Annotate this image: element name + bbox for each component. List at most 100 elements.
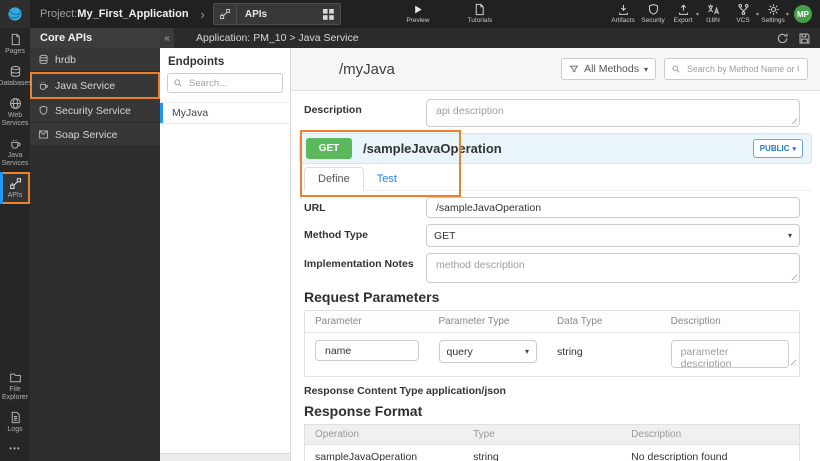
- i18n-button[interactable]: I18N: [698, 3, 728, 25]
- tab-test[interactable]: Test: [364, 168, 410, 190]
- response-format-title: Response Format: [304, 403, 423, 419]
- endpoints-search-input[interactable]: [187, 76, 277, 90]
- project-breadcrumb[interactable]: Project:My_First_Application: [40, 8, 189, 20]
- parameter-type-value: query: [446, 345, 473, 358]
- method-type-select[interactable]: GET ▾: [426, 224, 800, 247]
- response-content-type-row: Response Content Type application/json: [304, 385, 800, 397]
- sidebar-item-label: Logs: [7, 425, 23, 433]
- table-header-row: Parameter Parameter Type Data Type Descr…: [305, 311, 799, 333]
- endpoints-title: Endpoints: [168, 56, 225, 68]
- vcs-button[interactable]: ▾ VCS: [728, 3, 759, 25]
- coffee-icon: [38, 80, 49, 91]
- operation-cell: sampleJavaOperation: [315, 451, 418, 461]
- i18n-icon: [707, 3, 720, 16]
- column-header: Type: [473, 429, 495, 440]
- app-logo[interactable]: [0, 0, 30, 28]
- method-search-input[interactable]: [685, 63, 801, 75]
- api-icon: [9, 177, 22, 190]
- sidebar-item-logs[interactable]: Logs: [0, 406, 30, 438]
- implementation-notes-label: Implementation Notes: [304, 258, 414, 270]
- export-label: Export: [673, 17, 693, 25]
- method-type-label: Method Type: [304, 229, 368, 241]
- sidebar-item-apis[interactable]: APIs: [0, 172, 30, 205]
- tutorials-label: Tutorials: [467, 17, 493, 25]
- left-icon-rail: Pages Databases Web Services Java Servic…: [0, 28, 32, 461]
- page-icon: [9, 33, 22, 46]
- endpoint-item-myjava[interactable]: MyJava: [160, 102, 290, 124]
- sidebar-item-label: Web Services: [1, 112, 29, 128]
- core-api-item-soap-service[interactable]: Soap Service: [30, 123, 160, 147]
- core-api-item-hrdb[interactable]: hrdb: [30, 48, 160, 72]
- sidebar-item-file-explorer[interactable]: File Explorer: [0, 366, 30, 406]
- apis-workspace-tab[interactable]: APIs: [212, 3, 341, 25]
- security-label: Security: [641, 17, 665, 25]
- method-detail-form: Description GET /sampleJavaOperation: [291, 91, 820, 461]
- core-api-label: hrdb: [55, 53, 77, 66]
- refresh-icon[interactable]: [776, 32, 789, 45]
- resize-grip-icon[interactable]: [788, 358, 796, 365]
- parameter-name-input[interactable]: [315, 340, 419, 361]
- database-icon: [9, 65, 22, 78]
- filter-icon: [569, 64, 579, 74]
- column-header: Parameter: [315, 316, 362, 327]
- response-format-table: Operation Type Description sampleJavaOpe…: [304, 424, 800, 461]
- core-api-label: Soap Service: [55, 128, 118, 141]
- table-row: sampleJavaOperation string No descriptio…: [305, 445, 799, 461]
- method-type-value: GET: [434, 229, 456, 242]
- core-apis-panel: Core APIs hrdb Java Service Security Ser…: [30, 28, 160, 461]
- gear-icon: [767, 3, 780, 16]
- method-header-bar[interactable]: GET /sampleJavaOperation PUBLIC ▾: [299, 133, 812, 164]
- user-avatar[interactable]: MP: [794, 5, 812, 23]
- endpoints-panel: Endpoints MyJava: [160, 48, 291, 461]
- tab-define[interactable]: Define: [304, 167, 364, 191]
- methods-filter-dropdown[interactable]: All Methods ▾: [561, 58, 656, 80]
- settings-button[interactable]: ▾ Settings: [758, 3, 789, 25]
- column-header: Description: [670, 316, 721, 327]
- caret-down-icon: ▾: [525, 347, 530, 356]
- http-method-badge: GET: [306, 138, 352, 159]
- sidebar-item-label: Pages: [5, 48, 25, 55]
- tutorials-button[interactable]: Tutorials: [465, 3, 495, 25]
- shield-icon: [647, 3, 660, 16]
- top-bar: Project:My_First_Application › APIs Prev…: [0, 0, 820, 28]
- security-button[interactable]: Security: [638, 3, 668, 25]
- parameter-description-textarea[interactable]: [670, 340, 789, 368]
- data-type-value: string: [557, 346, 583, 358]
- core-api-label: Security Service: [55, 104, 131, 117]
- branch-icon: [737, 3, 750, 16]
- artifacts-label: Artifacts: [611, 17, 635, 25]
- description-cell: No description found: [631, 451, 728, 461]
- sidebar-item-pages[interactable]: Pages: [0, 28, 30, 60]
- parameter-type-select[interactable]: query ▾: [438, 340, 538, 363]
- save-icon[interactable]: [798, 32, 811, 45]
- core-api-item-java-service[interactable]: Java Service: [30, 72, 160, 99]
- chevron-right-icon: ›: [200, 6, 205, 22]
- api-icon: [214, 4, 237, 24]
- globe-icon: [9, 97, 22, 110]
- url-input[interactable]: [426, 197, 800, 218]
- sidebar-item-java-services[interactable]: Java Services: [0, 132, 30, 172]
- table-row: query ▾ string: [305, 333, 799, 376]
- method-search[interactable]: [664, 58, 808, 80]
- implementation-notes-textarea[interactable]: [426, 253, 800, 283]
- grid-icon[interactable]: [322, 8, 334, 20]
- column-header: Data Type: [557, 316, 603, 327]
- sidebar-item-databases[interactable]: Databases: [0, 60, 32, 92]
- export-button[interactable]: ▾ Export: [668, 3, 699, 25]
- artifacts-button[interactable]: Artifacts: [608, 3, 638, 25]
- collapse-panel-button[interactable]: «: [160, 28, 174, 48]
- request-parameters-title: Request Parameters: [304, 289, 440, 305]
- upload-icon: [677, 3, 690, 16]
- more-menu-icon[interactable]: •••: [0, 438, 30, 461]
- search-icon: [173, 78, 183, 88]
- visibility-dropdown[interactable]: PUBLIC ▾: [752, 139, 803, 158]
- description-textarea[interactable]: [426, 99, 800, 127]
- download-icon: [617, 3, 630, 16]
- methods-filter-value: All Methods: [584, 63, 639, 75]
- core-api-item-security-service[interactable]: Security Service: [30, 99, 160, 123]
- preview-button[interactable]: Preview: [403, 3, 433, 25]
- coffee-icon: [9, 137, 22, 150]
- endpoints-search[interactable]: [167, 73, 283, 93]
- caret-down-icon: ▾: [785, 12, 789, 19]
- sidebar-item-web-services[interactable]: Web Services: [0, 92, 30, 132]
